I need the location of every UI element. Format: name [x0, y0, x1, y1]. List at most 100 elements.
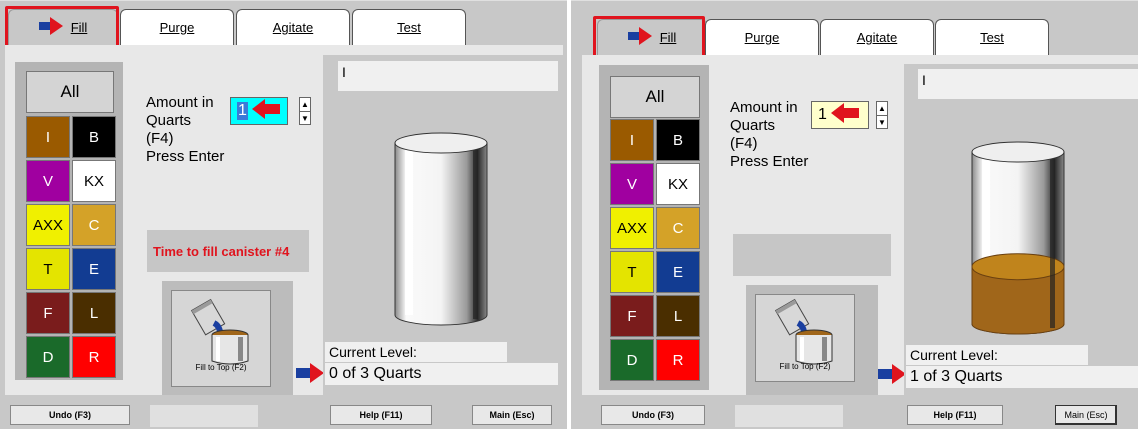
color-swatch-kx[interactable]: KX — [72, 160, 116, 202]
color-swatch-b[interactable]: B — [656, 119, 700, 161]
amount-input[interactable]: 1 — [230, 97, 288, 125]
canister-name-field: I — [918, 69, 1138, 99]
amount-value: 1 — [237, 102, 248, 120]
canister-glass — [389, 131, 493, 332]
status-bar-blank — [735, 405, 843, 427]
fill-to-top-button[interactable]: Fill to Top (F2) — [755, 294, 855, 382]
level-status-value: 1 of 3 Quarts — [910, 368, 1003, 385]
main-label: Main (Esc) — [1064, 410, 1108, 420]
color-swatch-v[interactable]: V — [26, 160, 70, 202]
color-swatch-v[interactable]: V — [610, 163, 654, 205]
all-colors-label: All — [645, 87, 665, 106]
help-button[interactable]: Help (F11) — [907, 405, 1003, 425]
color-swatch-l[interactable]: L — [656, 295, 700, 337]
color-swatch-kx[interactable]: KX — [656, 163, 700, 205]
undo-label: Undo (F3) — [632, 410, 674, 420]
right-panel: Fill Purge Agitate Test All I B V KX AXX C T E F… — [571, 0, 1138, 429]
tab-purge[interactable]: Purge — [120, 9, 234, 45]
message-box: Time to fill canister #4 — [147, 230, 309, 272]
status-bar-blank — [150, 405, 258, 427]
fill-to-top-frame: Fill to Top (F2) — [162, 281, 293, 395]
tab-agitate-label: Agitate — [272, 20, 314, 35]
amount-spinner[interactable]: ▲ ▼ — [876, 101, 888, 129]
color-swatch-f[interactable]: F — [26, 292, 70, 334]
amount-prompt: Amount in Quarts (F4) Press Enter — [730, 99, 808, 171]
color-swatch-d[interactable]: D — [26, 336, 70, 378]
color-palette: All I B V KX AXX C T E F L D R — [15, 62, 123, 380]
color-swatch-l[interactable]: L — [72, 292, 116, 334]
amount-spinner[interactable]: ▲ ▼ — [299, 97, 311, 125]
fill-to-top-button[interactable]: Fill to Top (F2) — [171, 290, 271, 387]
canister-name-value: I — [922, 72, 926, 88]
amount-prompt-line2: Quarts — [730, 117, 776, 134]
all-colors-button[interactable]: All — [610, 76, 700, 118]
color-swatch-c[interactable]: C — [72, 204, 116, 246]
color-swatch-i[interactable]: I — [610, 119, 654, 161]
color-swatch-e[interactable]: E — [656, 251, 700, 293]
tab-test[interactable]: Test — [352, 9, 466, 45]
canister-name-value: I — [342, 64, 346, 80]
spin-down-icon[interactable]: ▼ — [300, 112, 310, 125]
color-swatch-e[interactable]: E — [72, 248, 116, 290]
undo-button[interactable]: Undo (F3) — [10, 405, 130, 425]
amount-prompt-line1: Amount in — [730, 99, 798, 116]
color-swatch-d[interactable]: D — [610, 339, 654, 381]
help-button[interactable]: Help (F11) — [330, 405, 432, 425]
tab-purge[interactable]: Purge — [705, 19, 819, 55]
main-button[interactable]: Main (Esc) — [1055, 405, 1117, 425]
level-status-field: 0 of 3 Quarts — [325, 363, 558, 385]
amount-prompt-line4: Press Enter — [146, 148, 225, 165]
current-level-label: Current Level: — [329, 344, 417, 360]
canister-glass — [966, 140, 1070, 341]
main-label: Main (Esc) — [489, 410, 535, 420]
tab-test[interactable]: Test — [935, 19, 1049, 55]
current-level-label: Current Level: — [910, 347, 998, 363]
spin-down-icon[interactable]: ▼ — [877, 116, 887, 129]
right-arrow-status-icon — [296, 363, 324, 388]
tab-agitate[interactable]: Agitate — [236, 9, 350, 45]
amount-prompt: Amount in Quarts (F4) Press Enter — [146, 94, 224, 166]
paint-can-pour-icon — [770, 297, 842, 372]
tab-agitate-label: Agitate — [856, 30, 898, 45]
color-swatch-t[interactable]: T — [610, 251, 654, 293]
color-swatch-c[interactable]: C — [656, 207, 700, 249]
canister-view: I Current Level: 1 of 3 Quarts — [904, 64, 1138, 395]
color-swatch-axx[interactable]: AXX — [26, 204, 70, 246]
undo-button[interactable]: Undo (F3) — [601, 405, 705, 425]
color-swatch-axx[interactable]: AXX — [610, 207, 654, 249]
level-status-field: 1 of 3 Quarts — [906, 366, 1138, 388]
right-arrow-status-icon — [878, 364, 906, 389]
left-arrow-icon — [251, 98, 280, 124]
left-panel: Fill Purge Agitate Test All I B V KX AXX C T E F… — [0, 0, 567, 429]
amount-value: 1 — [818, 106, 827, 123]
tab-purge-label: Purge — [744, 30, 780, 45]
amount-prompt-line3: (F4) — [146, 130, 174, 147]
spin-up-icon[interactable]: ▲ — [300, 98, 310, 112]
message-box — [733, 234, 891, 276]
color-swatch-i[interactable]: I — [26, 116, 70, 158]
color-palette: All I B V KX AXX C T E F L D R — [599, 65, 709, 390]
amount-input[interactable]: 1 — [811, 101, 869, 129]
help-label: Help (F11) — [359, 410, 403, 420]
color-swatch-f[interactable]: F — [610, 295, 654, 337]
level-status-value: 0 of 3 Quarts — [329, 365, 422, 382]
spin-up-icon[interactable]: ▲ — [877, 102, 887, 116]
paint-can-pour-icon — [186, 297, 258, 372]
left-arrow-icon — [830, 102, 859, 128]
main-button[interactable]: Main (Esc) — [472, 405, 552, 425]
color-swatch-r[interactable]: R — [72, 336, 116, 378]
tab-test-label: Test — [980, 30, 1004, 45]
canister-name-field: I — [338, 61, 558, 91]
current-level-label-box: Current Level: — [325, 342, 507, 362]
undo-label: Undo (F3) — [49, 410, 91, 420]
tab-agitate[interactable]: Agitate — [820, 19, 934, 55]
color-swatch-r[interactable]: R — [656, 339, 700, 381]
fill-body: All I B V KX AXX C T E F L D R Amount in Quarts (F4… — [5, 45, 564, 395]
message-text: Time to fill canister #4 — [153, 243, 290, 259]
color-swatch-b[interactable]: B — [72, 116, 116, 158]
all-colors-button[interactable]: All — [26, 71, 114, 113]
color-swatch-t[interactable]: T — [26, 248, 70, 290]
amount-prompt-line1: Amount in — [146, 94, 214, 111]
canister-view: I Current Level: 0 of 3 Quarts — [323, 55, 564, 395]
help-label: Help (F11) — [933, 410, 977, 420]
